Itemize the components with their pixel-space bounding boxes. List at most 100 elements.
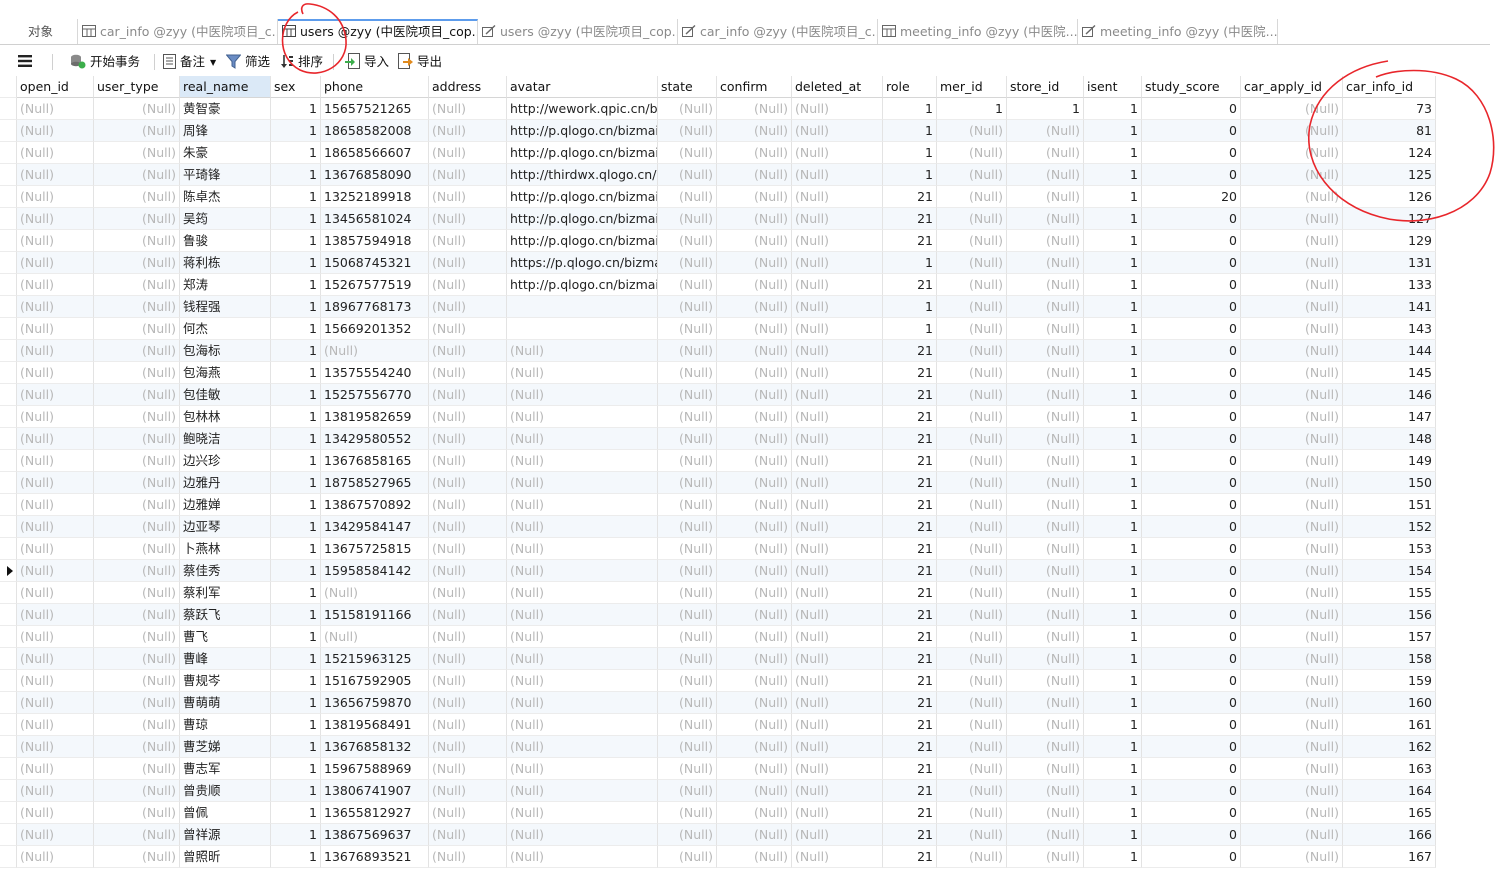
cell-real-name[interactable]: 蔡佳秀 xyxy=(180,560,271,582)
table-row[interactable]: (Null) (Null) 曾贵顺 1 13806741907 (Null) (Null)(… xyxy=(0,780,1436,802)
cell-open-id[interactable]: (Null) xyxy=(17,208,94,230)
cell-confirm[interactable]: (Null) xyxy=(717,824,792,846)
cell-state[interactable]: (Null) xyxy=(658,340,717,362)
cell-mer-id[interactable]: (Null) xyxy=(937,164,1007,186)
cell-car-apply-id[interactable]: (Null) xyxy=(1241,802,1343,824)
cell-isent[interactable]: 1 xyxy=(1084,120,1142,142)
cell-isent[interactable]: 1 xyxy=(1084,252,1142,274)
cell-car-info-id[interactable]: 148 xyxy=(1343,428,1436,450)
cell-real-name[interactable]: 曾祥源 xyxy=(180,824,271,846)
cell-real-name[interactable]: 边雅婵 xyxy=(180,494,271,516)
cell-confirm[interactable]: (Null) xyxy=(717,758,792,780)
cell-phone[interactable]: 13655812927 xyxy=(321,802,429,824)
cell-role[interactable]: 21 xyxy=(883,604,937,626)
cell-state[interactable]: (Null) xyxy=(658,692,717,714)
cell-role[interactable]: 1 xyxy=(883,296,937,318)
cell-isent[interactable]: 1 xyxy=(1084,560,1142,582)
cell-address[interactable]: (Null) xyxy=(429,142,507,164)
cell-car-info-id[interactable]: 157 xyxy=(1343,626,1436,648)
cell-address[interactable]: (Null) xyxy=(429,252,507,274)
cell-address[interactable]: (Null) xyxy=(429,164,507,186)
cell-car-info-id[interactable]: 151 xyxy=(1343,494,1436,516)
cell-sex[interactable]: 1 xyxy=(271,736,321,758)
cell-store-id[interactable]: 1 xyxy=(1007,98,1084,120)
table-row[interactable]: (Null) (Null) 曹志军 1 15967588969 (Null) (Null)(… xyxy=(0,758,1436,780)
cell-open-id[interactable]: (Null) xyxy=(17,824,94,846)
cell-car-apply-id[interactable]: (Null) xyxy=(1241,758,1343,780)
cell-store-id[interactable]: (Null) xyxy=(1007,208,1084,230)
cell-real-name[interactable]: 包海燕 xyxy=(180,362,271,384)
cell-deleted-at[interactable]: (Null) xyxy=(792,98,883,120)
cell-isent[interactable]: 1 xyxy=(1084,494,1142,516)
cell-avatar[interactable] xyxy=(507,296,658,318)
row-gutter[interactable] xyxy=(0,362,17,384)
table-row[interactable]: (Null) (Null) 曹规岑 1 15167592905 (Null) (Null)(… xyxy=(0,670,1436,692)
cell-real-name[interactable]: 钱程强 xyxy=(180,296,271,318)
cell-isent[interactable]: 1 xyxy=(1084,472,1142,494)
cell-study-score[interactable]: 0 xyxy=(1142,340,1241,362)
column-header-car-info-id[interactable]: car_info_id xyxy=(1343,76,1436,98)
cell-car-info-id[interactable]: 126 xyxy=(1343,186,1436,208)
cell-role[interactable]: 21 xyxy=(883,186,937,208)
row-gutter[interactable] xyxy=(0,560,17,582)
cell-isent[interactable]: 1 xyxy=(1084,736,1142,758)
cell-isent[interactable]: 1 xyxy=(1084,582,1142,604)
cell-car-info-id[interactable]: 161 xyxy=(1343,714,1436,736)
cell-store-id[interactable]: (Null) xyxy=(1007,318,1084,340)
cell-isent[interactable]: 1 xyxy=(1084,670,1142,692)
cell-sex[interactable]: 1 xyxy=(271,274,321,296)
cell-car-info-id[interactable]: 154 xyxy=(1343,560,1436,582)
cell-study-score[interactable]: 0 xyxy=(1142,274,1241,296)
cell-avatar[interactable]: (Null) xyxy=(507,626,658,648)
cell-state[interactable]: (Null) xyxy=(658,670,717,692)
cell-open-id[interactable]: (Null) xyxy=(17,604,94,626)
cell-car-info-id[interactable]: 149 xyxy=(1343,450,1436,472)
cell-open-id[interactable]: (Null) xyxy=(17,846,94,868)
cell-deleted-at[interactable]: (Null) xyxy=(792,736,883,758)
cell-user-type[interactable]: (Null) xyxy=(94,846,180,868)
cell-open-id[interactable]: (Null) xyxy=(17,648,94,670)
cell-address[interactable]: (Null) xyxy=(429,274,507,296)
cell-address[interactable]: (Null) xyxy=(429,846,507,868)
row-gutter[interactable] xyxy=(0,274,17,296)
cell-deleted-at[interactable]: (Null) xyxy=(792,824,883,846)
tab-users-design[interactable]: users @zyy (中医院项目_cop... xyxy=(478,19,678,44)
cell-user-type[interactable]: (Null) xyxy=(94,208,180,230)
cell-mer-id[interactable]: (Null) xyxy=(937,538,1007,560)
cell-state[interactable]: (Null) xyxy=(658,494,717,516)
cell-store-id[interactable]: (Null) xyxy=(1007,362,1084,384)
cell-study-score[interactable]: 0 xyxy=(1142,252,1241,274)
cell-car-apply-id[interactable]: (Null) xyxy=(1241,780,1343,802)
cell-address[interactable]: (Null) xyxy=(429,780,507,802)
table-row[interactable]: (Null) (Null) 朱豪 1 18658566607 (Null) http://p… xyxy=(0,142,1436,164)
cell-role[interactable]: 21 xyxy=(883,516,937,538)
row-gutter[interactable] xyxy=(0,516,17,538)
tab-meeting-info-design[interactable]: meeting_info @zyy (中医院... xyxy=(1078,19,1278,44)
cell-user-type[interactable]: (Null) xyxy=(94,340,180,362)
cell-car-info-id[interactable]: 153 xyxy=(1343,538,1436,560)
cell-address[interactable]: (Null) xyxy=(429,208,507,230)
cell-open-id[interactable]: (Null) xyxy=(17,582,94,604)
cell-deleted-at[interactable]: (Null) xyxy=(792,186,883,208)
cell-isent[interactable]: 1 xyxy=(1084,780,1142,802)
cell-phone[interactable]: 15215963125 xyxy=(321,648,429,670)
cell-sex[interactable]: 1 xyxy=(271,802,321,824)
cell-isent[interactable]: 1 xyxy=(1084,450,1142,472)
cell-confirm[interactable]: (Null) xyxy=(717,714,792,736)
cell-phone[interactable]: 13575554240 xyxy=(321,362,429,384)
column-header-deleted-at[interactable]: deleted_at xyxy=(792,76,883,98)
cell-role[interactable]: 1 xyxy=(883,252,937,274)
cell-avatar[interactable]: (Null) xyxy=(507,560,658,582)
cell-store-id[interactable]: (Null) xyxy=(1007,428,1084,450)
cell-isent[interactable]: 1 xyxy=(1084,186,1142,208)
cell-address[interactable]: (Null) xyxy=(429,516,507,538)
cell-deleted-at[interactable]: (Null) xyxy=(792,670,883,692)
cell-study-score[interactable]: 0 xyxy=(1142,626,1241,648)
cell-open-id[interactable]: (Null) xyxy=(17,274,94,296)
cell-car-apply-id[interactable]: (Null) xyxy=(1241,736,1343,758)
cell-isent[interactable]: 1 xyxy=(1084,516,1142,538)
cell-open-id[interactable]: (Null) xyxy=(17,670,94,692)
cell-phone[interactable]: 15158191166 xyxy=(321,604,429,626)
cell-real-name[interactable]: 曹萌萌 xyxy=(180,692,271,714)
cell-state[interactable]: (Null) xyxy=(658,296,717,318)
